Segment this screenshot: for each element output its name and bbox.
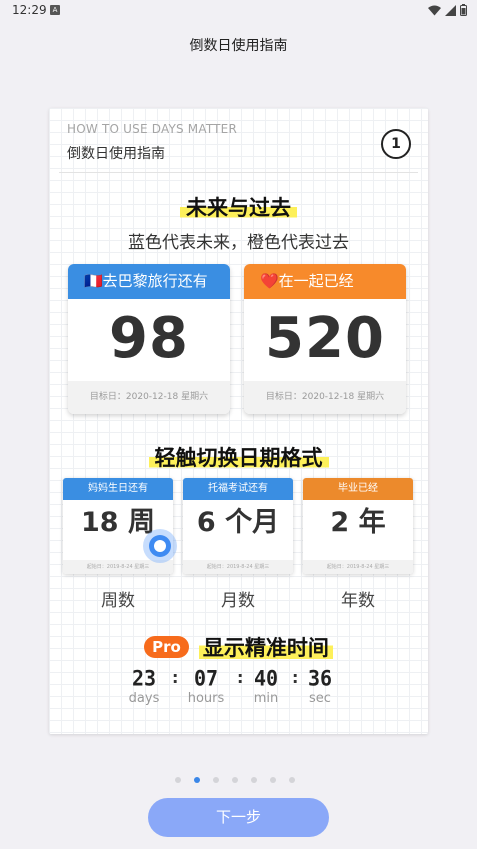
timer-hours-value: 07 [193,665,219,691]
page-indicator [175,777,295,783]
countdown-card-past[interactable]: ❤️在一起已经 520 目标日：2020-12-18 星期六 [244,264,406,414]
format-card-number: 6 个月 [196,507,280,538]
countdown-card-future[interactable]: 🇫🇷去巴黎旅行还有 98 目标日：2020-12-18 星期六 [68,264,230,414]
format-card-months[interactable]: 托福考试还有 6 个月 起始日：2019-8-24 星期三 [183,478,293,574]
format-card-number: 2 年 [330,507,386,538]
status-icons [428,4,467,16]
timer-colon: : [292,668,299,687]
page-dot[interactable] [251,777,257,783]
format-card-footer: 起始日：2019-8-24 星期三 [303,560,413,574]
step-number-badge: 1 [381,129,411,159]
page-dot[interactable] [175,777,181,783]
format-card-footer: 起始日：2019-8-24 星期三 [183,560,293,574]
countdown-card-head: ❤️在一起已经 [244,264,406,299]
section-future-past-subtitle: 蓝色代表未来，橙色代表过去 [128,233,349,253]
section-precise-time-title: Pro 显示精准时间 [49,632,428,662]
format-label-years: 年数 [341,591,375,611]
timer-colon: : [237,668,244,687]
tap-indicator-icon [143,529,177,563]
pro-badge: Pro [144,636,189,658]
card-chinese-title: 倒数日使用指南 [67,146,165,162]
timer-min-value: 40 [253,665,279,691]
card-english-title: HOW TO USE DAYS MATTER [67,122,238,136]
guide-card: HOW TO USE DAYS MATTER 倒数日使用指南 1 未来与过去 蓝… [49,108,428,734]
status-bar: 12:29 A [0,0,477,22]
timer-colon: : [172,668,179,687]
timer-hours-unit: hours [187,691,225,706]
timer-sec-unit: sec [309,691,331,706]
page-title: 倒数日使用指南 [189,38,288,54]
countdown-card-head: 🇫🇷去巴黎旅行还有 [68,264,230,299]
page-dot[interactable] [232,777,238,783]
format-card-years[interactable]: 毕业已经 2 年 起始日：2019-8-24 星期三 [303,478,413,574]
page-dot[interactable] [289,777,295,783]
battery-icon [460,4,467,16]
notification-icon: A [50,5,60,15]
section-future-past-title: 未来与过去 [49,192,428,222]
timer-days-value: 23 [131,665,157,691]
next-step-button[interactable]: 下一步 [148,798,329,837]
page-dot-active[interactable] [194,777,200,783]
countdown-card-number: 520 [265,306,385,371]
status-time: 12:29 [12,3,47,17]
countdown-card-footer: 目标日：2020-12-18 星期六 [244,381,406,414]
format-label-weeks: 周数 [101,591,135,611]
section-format-title: 轻触切换日期格式 [49,442,428,472]
format-card-head: 托福考试还有 [183,478,293,500]
wifi-icon [428,5,441,15]
signal-icon [445,4,456,16]
page-dot[interactable] [270,777,276,783]
countdown-card-footer: 目标日：2020-12-18 星期六 [68,381,230,414]
precise-time-title: 显示精准时间 [198,632,333,662]
card-divider [59,172,418,173]
format-label-months: 月数 [221,591,255,611]
format-card-head: 毕业已经 [303,478,413,500]
format-card-head: 妈妈生日还有 [63,478,173,500]
countdown-card-number: 98 [109,306,189,371]
page-dot[interactable] [213,777,219,783]
timer-min-unit: min [253,691,279,706]
timer-days-unit: days [128,691,160,706]
timer-sec-value: 36 [307,665,333,691]
